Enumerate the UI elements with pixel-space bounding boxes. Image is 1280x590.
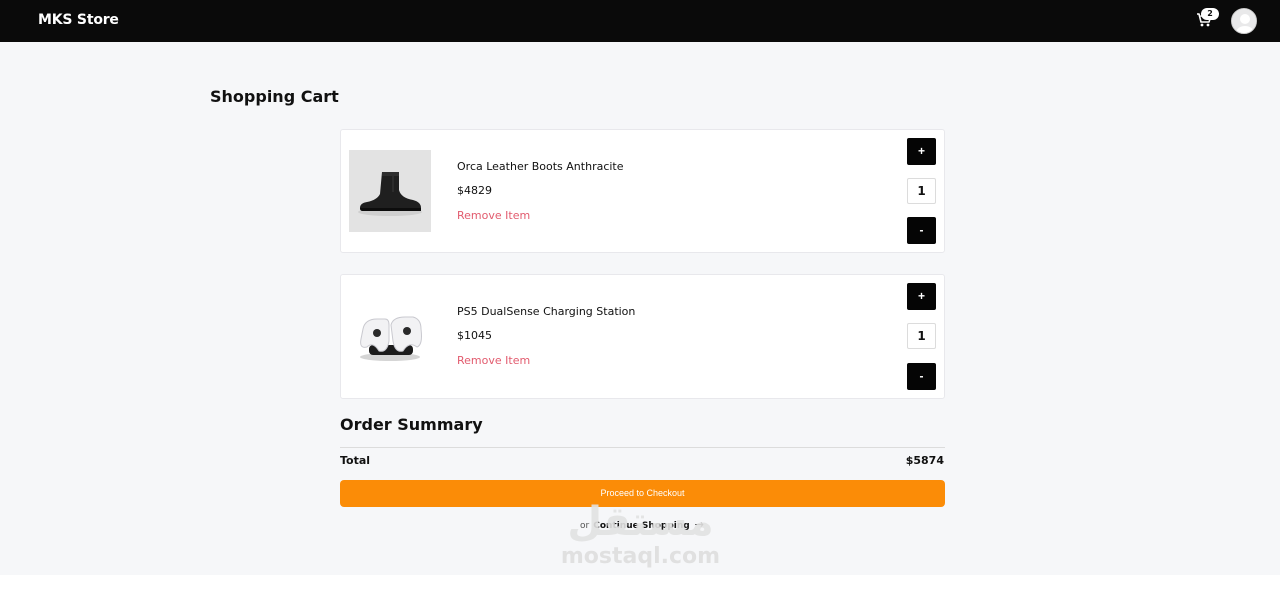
remove-item-link[interactable]: Remove Item — [457, 354, 530, 367]
user-avatar[interactable] — [1231, 8, 1257, 34]
item-name[interactable]: PS5 DualSense Charging Station — [457, 305, 635, 318]
increment-quantity-button[interactable]: + — [907, 283, 936, 310]
item-price: $4829 — [457, 184, 492, 197]
navbar: MKS Store 2 — [0, 0, 1280, 42]
main-content: Shopping Cart Orca Leather Boots Anthrac… — [0, 42, 1280, 575]
decrement-quantity-button[interactable]: - — [907, 363, 936, 390]
cart-count-badge: 2 — [1201, 8, 1219, 20]
item-price: $1045 — [457, 329, 492, 342]
watermark: مستقل mostaql.com — [548, 500, 733, 582]
total-value: $5874 — [905, 454, 944, 467]
product-image-boot — [349, 150, 431, 232]
total-label: Total — [340, 454, 371, 467]
brand-logo[interactable]: MKS Store — [38, 12, 119, 28]
product-image-charging-station — [349, 295, 431, 377]
order-summary-title: Order Summary — [340, 415, 483, 434]
boot-image — [349, 150, 431, 232]
item-name[interactable]: Orca Leather Boots Anthracite — [457, 160, 624, 173]
summary-divider — [340, 447, 945, 448]
quantity-value: 1 — [907, 323, 936, 349]
watermark-logo: مستقل — [567, 499, 714, 545]
increment-quantity-button[interactable]: + — [907, 138, 936, 165]
decrement-quantity-button[interactable]: - — [907, 217, 936, 244]
cart-item: Orca Leather Boots Anthracite $4829 Remo… — [340, 129, 945, 253]
cart-item: PS5 DualSense Charging Station $1045 Rem… — [340, 274, 945, 399]
page-title: Shopping Cart — [210, 87, 339, 106]
remove-item-link[interactable]: Remove Item — [457, 209, 530, 222]
controller-charger-image — [349, 295, 431, 377]
watermark-text: mostaql.com — [560, 544, 721, 569]
user-avatar-icon — [1232, 9, 1256, 33]
quantity-value: 1 — [907, 178, 936, 204]
